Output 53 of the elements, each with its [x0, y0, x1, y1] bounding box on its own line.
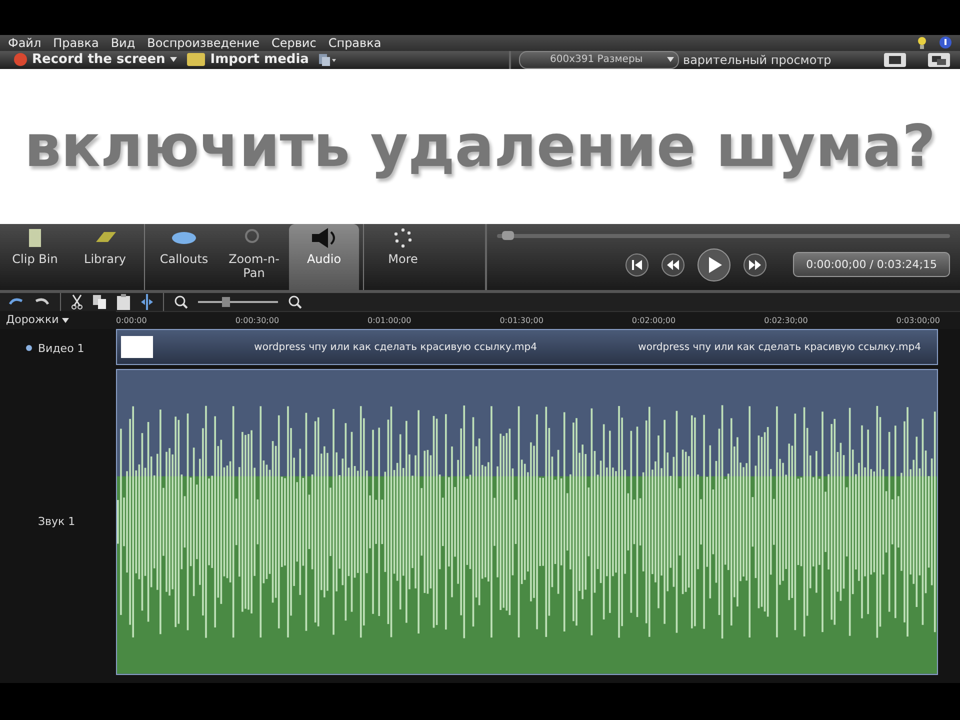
rewind-icon[interactable]	[661, 252, 686, 277]
task-tab[interactable]: More	[368, 224, 438, 290]
zoom-in-icon[interactable]	[288, 294, 302, 309]
menu-item[interactable]: Файл	[8, 36, 42, 50]
copy-icon[interactable]	[93, 294, 107, 309]
menu-item[interactable]: Воспроизведение	[147, 36, 260, 50]
preview-label: варительный просмотр	[683, 52, 832, 67]
play-icon[interactable]	[697, 248, 732, 282]
ruler-time-label: 0:00:30;00	[235, 316, 280, 326]
ruler-time-label: 0:00:00	[116, 316, 147, 326]
task-tab[interactable]: Library	[70, 224, 140, 290]
fast-forward-icon[interactable]	[743, 252, 768, 277]
track-name: Звук 1	[38, 514, 76, 528]
lightbulb-icon[interactable]	[917, 36, 927, 50]
caret-icon	[170, 57, 178, 62]
import-media-button[interactable]: Import media	[187, 52, 309, 68]
clip-thumbnail	[121, 336, 153, 358]
ruler-time-label: 0:03:00;00	[896, 316, 940, 326]
playhead-handle[interactable]	[502, 230, 514, 240]
menu-item[interactable]: Правка	[53, 36, 99, 50]
ruler-time-label: 0:01:30;00	[500, 316, 544, 326]
menu-item[interactable]: Вид	[110, 36, 136, 50]
caret-icon	[62, 318, 70, 324]
skip-back-icon[interactable]	[625, 252, 650, 277]
menu-item[interactable]: Справка	[328, 36, 382, 50]
clip-name: wordpress чпу или как сделать красивую ссылку.mp4	[638, 342, 921, 353]
cut-icon[interactable]	[71, 294, 83, 310]
ruler-time-label: 0:02:00;00	[632, 316, 676, 326]
task-tab[interactable]: Callouts	[149, 224, 219, 290]
ruler-time-label: 0:01:00;00	[368, 316, 412, 326]
caret-icon	[667, 57, 674, 62]
detach-icon[interactable]	[928, 52, 950, 67]
ruler-time-label: 0:02:30;00	[764, 316, 808, 326]
playback-track[interactable]	[497, 234, 950, 238]
tracks-menu[interactable]: Дорожки	[0, 310, 116, 330]
video-clip[interactable]: wordpress чпу или как сделать красивую ссылку.mp4 wordpress чпу или как сделать красивую ссылку.mp4	[116, 329, 938, 366]
clip-name: wordpress чпу или как сделать красивую ссылку.mp4	[254, 342, 537, 353]
timecode-display: 0:00:00;00 / 0:03:24;15	[793, 252, 950, 278]
task-tab[interactable]: Clip Bin	[0, 224, 70, 290]
size-dropdown[interactable]: 600x391 Размеры	[519, 50, 679, 69]
task-tab[interactable]: Zoom-n-Pan	[219, 224, 289, 290]
fit-icon[interactable]	[884, 52, 906, 67]
split-icon[interactable]	[141, 294, 153, 310]
track-name: Видео 1	[38, 342, 84, 355]
paste-icon[interactable]	[117, 294, 131, 310]
menu-item[interactable]: Сервис	[271, 36, 316, 50]
zoom-slider-thumb[interactable]	[222, 296, 230, 307]
record-screen-button[interactable]: Record the screen	[14, 52, 178, 68]
task-tab[interactable]: Audio	[289, 224, 359, 290]
help-icon[interactable]	[939, 36, 952, 50]
layout-icon[interactable]	[318, 54, 337, 66]
preview-caption: включить удаление шума?	[24, 112, 936, 180]
zoom-out-icon[interactable]	[174, 294, 188, 309]
